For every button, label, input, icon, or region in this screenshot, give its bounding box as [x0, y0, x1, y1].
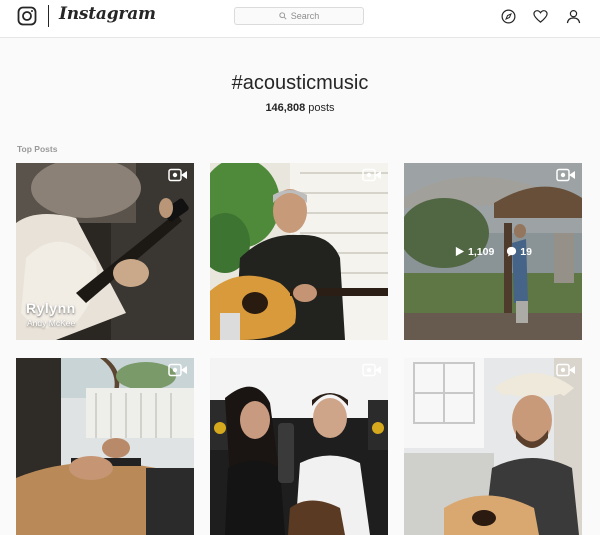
post-image-duo-studio: [210, 358, 388, 535]
profile-user-icon[interactable]: [566, 9, 581, 24]
post-count: 146,808 posts: [0, 102, 600, 114]
search-input[interactable]: Search: [234, 7, 364, 25]
comment-count-value: 19: [520, 245, 532, 258]
post-hover-overlay: 1,109 19: [404, 163, 582, 340]
post-tile-1[interactable]: Rylynn Andy McKee: [16, 163, 194, 340]
post-image-guitarist-seated: [210, 163, 388, 340]
post-tile-3[interactable]: 1,109 19: [404, 163, 582, 340]
search-icon: [279, 12, 287, 20]
top-navigation-bar: Instagram Search: [0, 0, 600, 38]
comment-bubble-icon: [507, 246, 517, 257]
post-image-singer-hat: [404, 358, 582, 535]
brand-divider: [48, 5, 49, 27]
instagram-wordmark[interactable]: Instagram: [59, 4, 156, 24]
video-camera-icon: [362, 363, 381, 377]
video-caption-title: Rylynn: [26, 300, 76, 316]
video-camera-icon: [168, 168, 187, 182]
post-tile-6[interactable]: [404, 358, 582, 535]
comment-count: 19: [506, 246, 532, 258]
activity-heart-icon[interactable]: [533, 9, 548, 24]
post-tile-4[interactable]: [16, 358, 194, 535]
view-count: 1,109: [454, 246, 494, 258]
post-tile-2[interactable]: [210, 163, 388, 340]
play-icon: [455, 246, 465, 257]
view-count-value: 1,109: [468, 245, 495, 258]
search-placeholder: Search: [290, 11, 320, 21]
instagram-camera-icon[interactable]: [17, 6, 37, 26]
video-camera-icon: [168, 363, 187, 377]
post-image-hands-guitar: [16, 358, 194, 535]
video-camera-icon: [556, 363, 575, 377]
hashtag-title: #acousticmusic: [231, 72, 369, 94]
post-tile-5[interactable]: [210, 358, 388, 535]
video-camera-icon: [556, 168, 575, 182]
top-posts-label: Top Posts: [17, 144, 58, 154]
post-count-number: 146,808: [265, 102, 306, 114]
post-count-suffix: posts: [308, 102, 335, 114]
video-caption-artist: Andy McKee: [27, 318, 76, 328]
video-camera-icon: [362, 168, 381, 182]
explore-compass-icon[interactable]: [501, 9, 516, 24]
